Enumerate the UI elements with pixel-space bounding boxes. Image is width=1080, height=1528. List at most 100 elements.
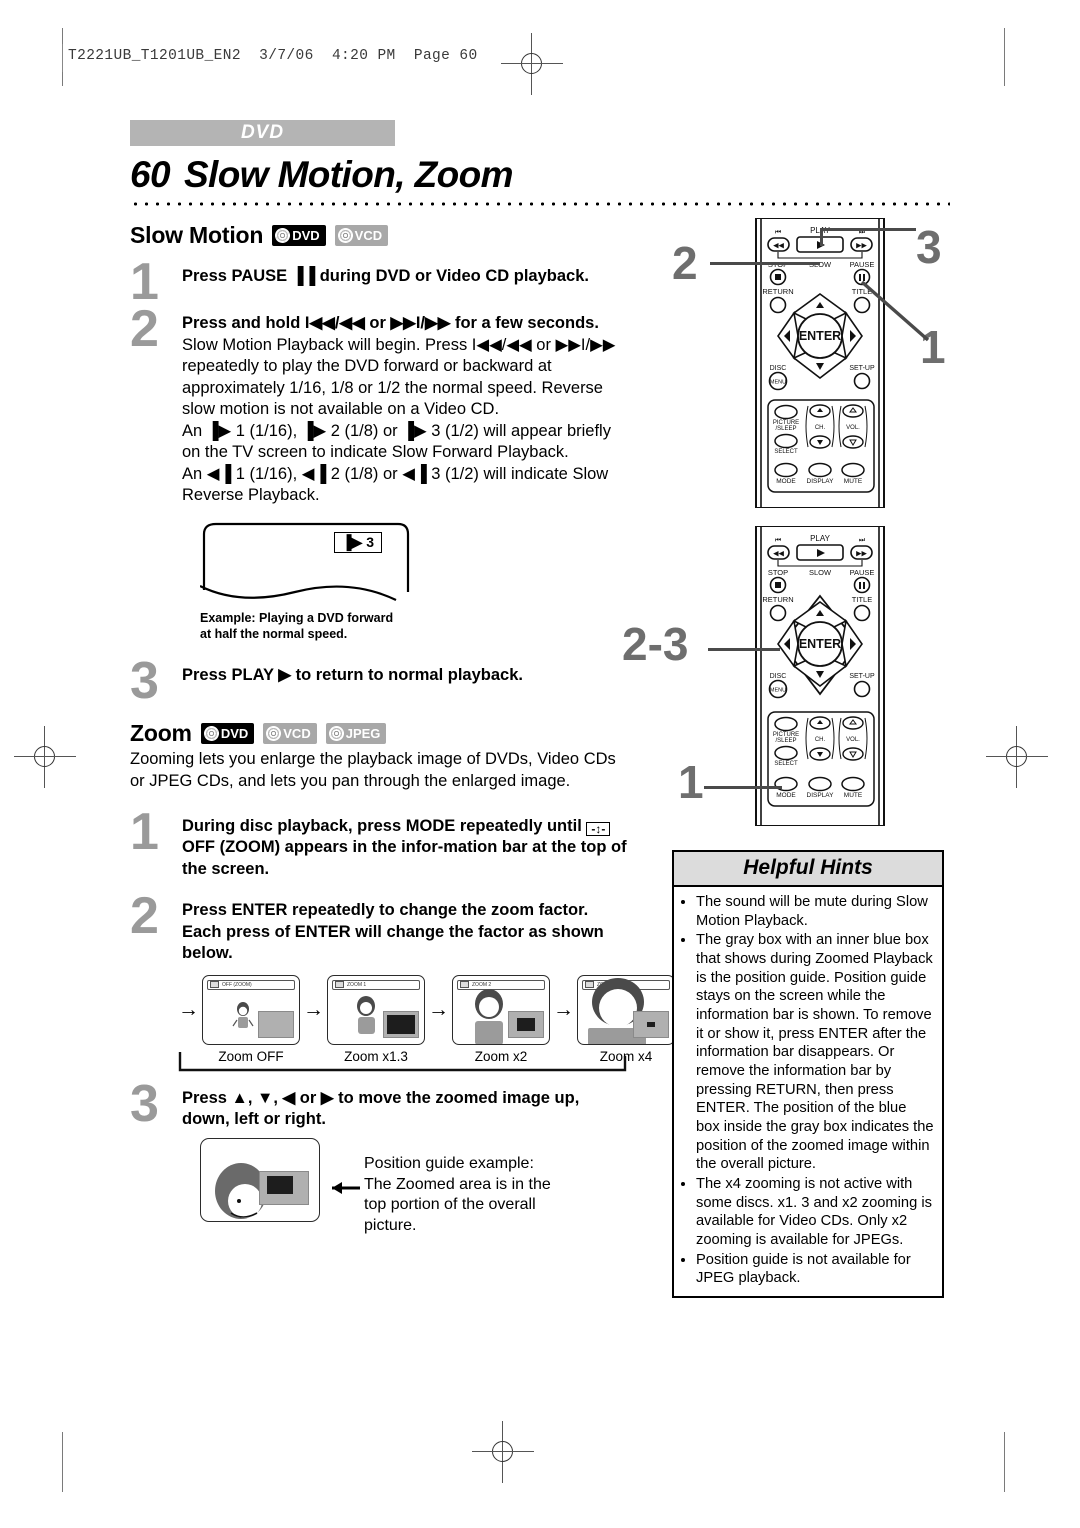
step-number: 3 bbox=[130, 1074, 159, 1133]
zoom-chain-item: OFF (ZOOM) Zoom OFF bbox=[202, 974, 300, 1064]
step-text-part-a: During disc playback, press MODE repeate… bbox=[182, 816, 582, 835]
step-number: 1 bbox=[130, 802, 159, 861]
step-text-bold: Press and hold I◀◀/◀◀ or ▶▶I/▶▶ for a fe… bbox=[182, 314, 599, 333]
print-header: T2221UB_T1201UB_EN2 3/7/06 4:20 PM Page … bbox=[68, 48, 478, 64]
svg-text:RETURN: RETURN bbox=[762, 595, 793, 604]
tv-osd-indicator: ▐▶ 3 bbox=[333, 532, 382, 554]
svg-text:PAUSE: PAUSE bbox=[850, 568, 875, 577]
svg-text:MENU: MENU bbox=[770, 380, 786, 386]
position-guide bbox=[258, 1010, 294, 1038]
svg-text:DISPLAY: DISPLAY bbox=[807, 792, 835, 799]
svg-text:SELECT: SELECT bbox=[774, 449, 798, 455]
svg-text:MODE: MODE bbox=[776, 478, 796, 485]
callout-1-bottom: 1 bbox=[678, 756, 704, 808]
callout-2-lead-line bbox=[710, 262, 820, 265]
zoom-chain-item: ZOOM 1 Zoom x1.3 bbox=[327, 974, 425, 1064]
hint-item: The gray box with an inner blue box that… bbox=[696, 931, 934, 1174]
step-text: Press ENTER repeatedly to change the zoo… bbox=[182, 901, 604, 963]
crop-mark-right-bottom bbox=[1004, 1432, 1005, 1492]
svg-text:RETURN: RETURN bbox=[762, 287, 793, 296]
page-number: 60 bbox=[130, 154, 171, 195]
registration-mark-bottom bbox=[472, 1421, 534, 1483]
hint-item: Position guide is not available for JPEG… bbox=[696, 1251, 934, 1288]
svg-text:MUTE: MUTE bbox=[844, 478, 863, 485]
svg-text:ENTER: ENTER bbox=[799, 637, 841, 651]
left-column: Slow Motion DVD VCD 1 Press PAUSE ▐▐ dur… bbox=[130, 218, 675, 1236]
caption-line-1: Example: Playing a DVD forward bbox=[200, 611, 394, 626]
svg-text:DISPLAY: DISPLAY bbox=[807, 478, 835, 485]
svg-text:CH.: CH. bbox=[815, 737, 826, 743]
posguide-screen bbox=[200, 1138, 320, 1223]
callout-2-3-bottom: 2-3 bbox=[622, 618, 689, 670]
tv-example-illustration: ▐▶ 3 bbox=[199, 520, 415, 605]
chain-arrow-icon: → bbox=[303, 998, 324, 1022]
svg-text:/SLEEP: /SLEEP bbox=[775, 738, 796, 744]
slow-motion-step-2: 2 Press and hold I◀◀/◀◀ or ▶▶I/▶▶ for a … bbox=[130, 303, 630, 506]
pointer-arrow-icon bbox=[332, 1182, 360, 1195]
zoom-heading: Zoom bbox=[130, 720, 192, 747]
svg-text:VOL.: VOL. bbox=[846, 425, 860, 431]
crop-mark-left-bottom bbox=[62, 1432, 63, 1492]
zoom-preview-screen: ZOOM 1 bbox=[327, 974, 425, 1045]
svg-text:⏮: ⏮ bbox=[775, 229, 781, 236]
registration-mark-left bbox=[14, 726, 76, 788]
helpful-hints-title: Helpful Hints bbox=[674, 852, 942, 887]
svg-text:VOL.: VOL. bbox=[846, 737, 860, 743]
header-divider bbox=[62, 44, 63, 72]
zoom-chain-item: ZOOM 2 Zoom x2 bbox=[452, 974, 550, 1064]
svg-text:DISC: DISC bbox=[770, 673, 787, 680]
page-title-text: Slow Motion, Zoom bbox=[183, 154, 514, 195]
step-number: 2 bbox=[130, 887, 159, 946]
svg-text:SELECT: SELECT bbox=[774, 761, 798, 767]
svg-text:MENU: MENU bbox=[770, 688, 786, 694]
svg-text:DISC: DISC bbox=[770, 365, 787, 372]
badge-label: DVD bbox=[292, 228, 320, 243]
svg-text:⏭: ⏭ bbox=[859, 537, 866, 544]
zoom-chain-label: Zoom x1.3 bbox=[344, 1048, 408, 1064]
callout-2-top: 2 bbox=[672, 237, 698, 289]
badge-jpeg-zoom: JPEG bbox=[325, 723, 387, 745]
registration-mark-right bbox=[986, 726, 1048, 788]
step-text: Press ▲, ▼, ◀ or ▶ to move the zoomed im… bbox=[182, 1088, 580, 1128]
position-guide-inner bbox=[387, 1014, 415, 1034]
step-text-line2: An ▐▶ 1 (1/16), ▐▶ 2 (1/8) or ▐▶ 3 (1/2)… bbox=[182, 421, 611, 462]
title-dotted-rule bbox=[130, 202, 950, 206]
remote-bottom-svg: ⏮ PLAY ⏭ ◀◀ ▶▶ STOP SLOW PAUSE RETURN TI… bbox=[755, 525, 885, 827]
helpful-hints-box: Helpful Hints The sound will be mute dur… bbox=[672, 850, 944, 1299]
step-text: During disc playback, press MODE repeate… bbox=[182, 816, 630, 880]
badge-label: DVD bbox=[220, 726, 249, 742]
disc-icon bbox=[326, 723, 346, 744]
chain-arrow-icon: → bbox=[178, 998, 199, 1022]
svg-text:◀◀: ◀◀ bbox=[773, 551, 784, 558]
tv-screen-shape bbox=[199, 523, 410, 602]
zoom-step-1: 1 During disc playback, press MODE repea… bbox=[130, 806, 630, 880]
crop-mark-right bbox=[1004, 28, 1005, 86]
zoom-step-3: 3 Press ▲, ▼, ◀ or ▶ to move the zoomed … bbox=[130, 1078, 630, 1131]
slow-motion-step-3: 3 Press PLAY ▶ to return to normal playb… bbox=[130, 655, 630, 707]
registration-mark-top bbox=[501, 33, 563, 95]
disc-icon bbox=[273, 225, 293, 246]
slow-motion-heading: Slow Motion bbox=[130, 222, 264, 248]
zoom-preview-screen: ZOOM 2 bbox=[452, 974, 550, 1045]
svg-text:PLAY: PLAY bbox=[810, 534, 831, 543]
step-text: Press PLAY ▶ to return to normal playbac… bbox=[182, 665, 523, 684]
zoom-intro: Zooming lets you enlarge the playback im… bbox=[130, 750, 616, 790]
step-text: Press and hold I◀◀/◀◀ or ▶▶I/▶▶ for a fe… bbox=[182, 313, 630, 420]
callout-3-lead-drop bbox=[820, 228, 823, 246]
disc-icon bbox=[264, 723, 284, 744]
chain-arrow-icon: → bbox=[428, 998, 449, 1022]
osd-text: ▐▶ 3 bbox=[341, 534, 374, 551]
callout-1-bottom-lead-line bbox=[704, 786, 782, 789]
position-guide-inner bbox=[517, 1017, 535, 1031]
badge-label: VCD bbox=[354, 228, 383, 243]
position-guide-example: Position guide example: The Zoomed area … bbox=[200, 1138, 630, 1236]
hint-item: The sound will be mute during Slow Motio… bbox=[696, 893, 934, 930]
step-text-rest: Slow Motion Playback will begin. Press I… bbox=[182, 335, 616, 419]
tv-example-caption: Example: Playing a DVD forward at half t… bbox=[200, 611, 630, 642]
remote-diagram-bottom: ⏮ PLAY ⏭ ◀◀ ▶▶ STOP SLOW PAUSE RETURN TI… bbox=[738, 525, 908, 827]
svg-text:TITLE: TITLE bbox=[852, 595, 872, 604]
zoom-step-2: 2 Press ENTER repeatedly to change the z… bbox=[130, 890, 630, 964]
slow-motion-heading-row: Slow Motion DVD VCD bbox=[130, 222, 630, 249]
section-tag: DVD bbox=[130, 120, 395, 146]
zoom-chain-label: Zoom OFF bbox=[218, 1048, 284, 1064]
